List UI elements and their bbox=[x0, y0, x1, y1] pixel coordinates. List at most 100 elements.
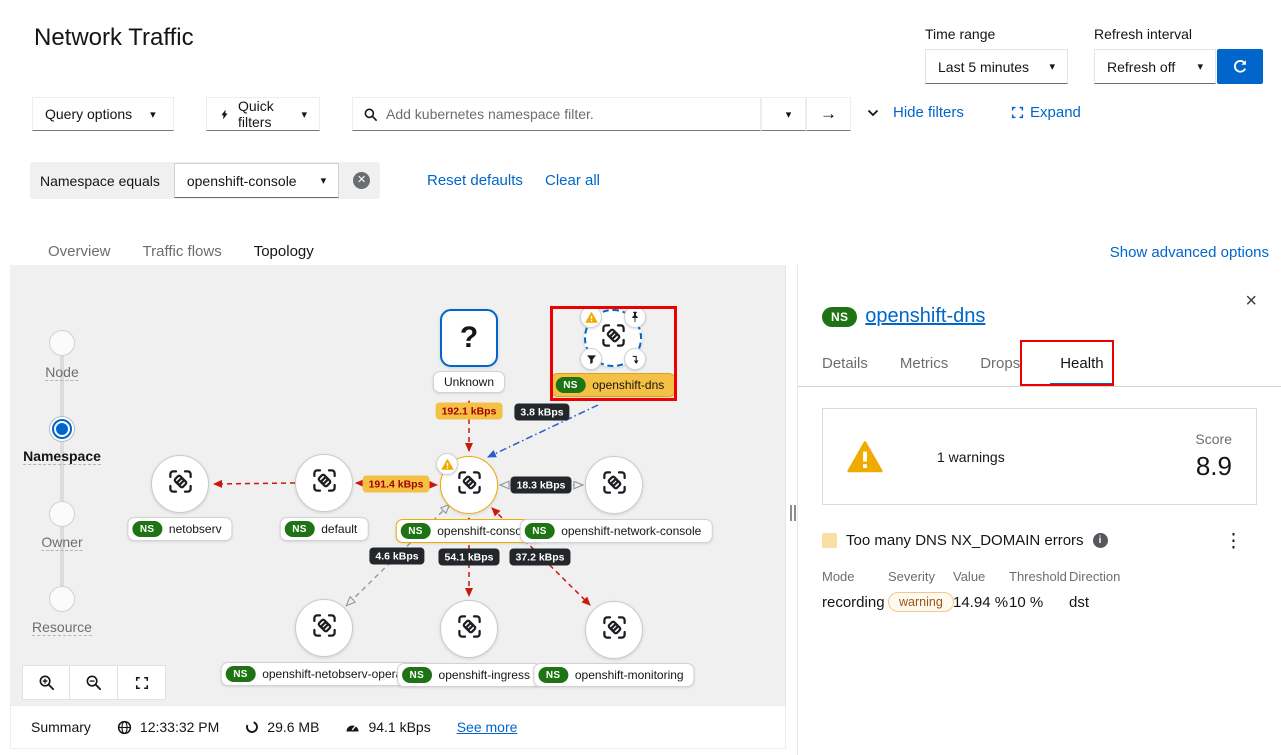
namespace-filter-search[interactable] bbox=[352, 97, 761, 131]
alert-details-table: Mode Severity Value Threshold Direction … bbox=[822, 569, 1257, 612]
node-label-text: openshift-console bbox=[437, 524, 531, 538]
expand-link[interactable]: Expand bbox=[1030, 104, 1081, 121]
ns-badge: NS bbox=[538, 667, 568, 683]
topology-node-label-openshift-network-console[interactable]: NS openshift-network-console bbox=[520, 519, 713, 543]
namespace-icon bbox=[311, 467, 338, 499]
query-options-label: Query options bbox=[45, 106, 132, 122]
col-header-direction: Direction bbox=[1069, 569, 1257, 584]
info-icon[interactable]: i bbox=[1093, 533, 1108, 548]
edge-label[interactable]: 18.3 kBps bbox=[510, 477, 571, 494]
warning-triangle-icon bbox=[847, 439, 883, 475]
chip-value: openshift-console bbox=[187, 173, 297, 189]
pin-badge-icon[interactable] bbox=[624, 306, 646, 328]
scope-radio-resource[interactable] bbox=[49, 586, 75, 612]
scope-radio-node[interactable] bbox=[49, 330, 75, 356]
time-range-label: Time range bbox=[925, 26, 995, 42]
edge-label[interactable]: 192.1 kBps bbox=[436, 403, 503, 420]
filter-chip-group: Namespace equals openshift-console ▾ ✕ bbox=[30, 162, 380, 199]
scope-radio-namespace[interactable] bbox=[49, 416, 75, 442]
search-input[interactable] bbox=[386, 106, 750, 122]
warning-badge-icon[interactable] bbox=[436, 453, 458, 475]
topology-node-unknown[interactable]: ? bbox=[440, 309, 498, 367]
warnings-count: 1 warnings bbox=[937, 449, 1195, 465]
severity-badge: warning bbox=[888, 592, 954, 612]
drawer-resize-handle[interactable] bbox=[789, 505, 797, 523]
chip-value-select[interactable]: openshift-console ▾ bbox=[174, 163, 339, 198]
node-label-text: openshift-ingress bbox=[439, 668, 530, 682]
scope-slider-track bbox=[60, 343, 64, 599]
topology-node-openshift-ingress[interactable] bbox=[440, 600, 498, 658]
topology-node-label-default[interactable]: NS default bbox=[280, 517, 369, 541]
zoom-out-icon bbox=[85, 674, 102, 691]
health-score-card: 1 warnings Score 8.9 bbox=[822, 408, 1257, 505]
caret-down-icon: ▾ bbox=[321, 174, 327, 187]
topology-node-label-openshift-monitoring[interactable]: NS openshift-monitoring bbox=[533, 663, 694, 687]
ns-badge: NS bbox=[556, 377, 586, 393]
quick-filters-dropdown[interactable]: Quick filters ▾ bbox=[206, 97, 320, 131]
drawer-title-link[interactable]: openshift-dns bbox=[865, 305, 985, 328]
search-suggestions-dropdown[interactable]: ▾ bbox=[761, 97, 806, 131]
edge-label[interactable]: 191.4 kBps bbox=[363, 476, 430, 493]
scope-label-owner[interactable]: Owner bbox=[41, 534, 82, 551]
reset-defaults-link[interactable]: Reset defaults bbox=[427, 172, 523, 189]
drawer-tab-drops[interactable]: Drops bbox=[980, 340, 1020, 386]
zoom-in-button[interactable] bbox=[22, 665, 70, 700]
refresh-interval-value: Refresh off bbox=[1107, 59, 1175, 75]
zoom-out-button[interactable] bbox=[70, 665, 118, 700]
remove-filter-icon[interactable]: ✕ bbox=[353, 172, 370, 189]
kebab-menu-icon[interactable]: ⋮ bbox=[1224, 530, 1243, 553]
page-title: Network Traffic bbox=[34, 24, 194, 52]
globe-icon bbox=[117, 720, 132, 735]
scope-label-namespace[interactable]: Namespace bbox=[23, 448, 101, 465]
warning-badge-icon[interactable] bbox=[580, 306, 602, 328]
refresh-interval-label: Refresh interval bbox=[1094, 26, 1192, 42]
scope-radio-owner[interactable] bbox=[49, 501, 75, 527]
scope-label-node[interactable]: Node bbox=[45, 364, 78, 381]
chevron-down-icon[interactable] bbox=[867, 109, 879, 117]
drawer-tab-details[interactable]: Details bbox=[822, 340, 868, 386]
see-more-link[interactable]: See more bbox=[457, 719, 518, 735]
edge-label[interactable]: 54.1 kBps bbox=[438, 549, 499, 566]
query-options-dropdown[interactable]: Query options ▾ bbox=[32, 97, 174, 131]
refresh-button[interactable] bbox=[1217, 49, 1263, 84]
clear-all-link[interactable]: Clear all bbox=[545, 172, 600, 189]
topology-node-label-openshift-dns[interactable]: NS openshift-dns bbox=[551, 373, 676, 397]
edge-label[interactable]: 3.8 kBps bbox=[514, 404, 569, 421]
topology-node-openshift-netobserv-operator[interactable] bbox=[295, 599, 353, 657]
apply-filter-button[interactable]: → bbox=[806, 97, 851, 131]
warning-color-swatch bbox=[822, 533, 837, 548]
topology-node-default[interactable] bbox=[295, 454, 353, 512]
node-label-text: openshift-monitoring bbox=[575, 668, 684, 682]
col-header-threshold: Threshold bbox=[1009, 569, 1069, 584]
refresh-interval-select[interactable]: Refresh off ▾ bbox=[1094, 49, 1216, 84]
show-advanced-options-link[interactable]: Show advanced options bbox=[1110, 244, 1269, 261]
topology-node-openshift-network-console[interactable] bbox=[585, 456, 643, 514]
drawer-tab-metrics[interactable]: Metrics bbox=[900, 340, 948, 386]
scope-label-resource[interactable]: Resource bbox=[32, 619, 92, 636]
topology-node-openshift-monitoring[interactable] bbox=[585, 601, 643, 659]
topology-node-label-unknown[interactable]: Unknown bbox=[433, 371, 505, 393]
drawer-tab-health[interactable]: Health bbox=[1050, 340, 1113, 386]
time-range-value: Last 5 minutes bbox=[938, 59, 1029, 75]
drawer-tabs: Details Metrics Drops Health bbox=[798, 340, 1281, 387]
hide-filters-link[interactable]: Hide filters bbox=[893, 104, 964, 121]
filter-badge-icon[interactable] bbox=[580, 348, 602, 370]
topology-canvas[interactable]: Node Namespace Owner Resource ? Unknown … bbox=[10, 265, 786, 705]
refresh-icon bbox=[1232, 59, 1248, 75]
summary-rate: 94.1 kBps bbox=[368, 719, 430, 735]
col-header-mode: Mode bbox=[822, 569, 888, 584]
ns-badge: NS bbox=[402, 667, 432, 683]
summary-label: Summary bbox=[31, 719, 91, 735]
topology-node-label-netobserv[interactable]: NS netobserv bbox=[127, 517, 232, 541]
topology-node-label-openshift-ingress[interactable]: NS openshift-ingress bbox=[397, 663, 541, 687]
summary-bar: Summary 12:33:32 PM 29.6 MB 94.1 kBps Se… bbox=[10, 705, 786, 749]
caret-down-icon: ▾ bbox=[1049, 60, 1055, 73]
fit-to-screen-button[interactable] bbox=[118, 665, 166, 700]
edge-label[interactable]: 4.6 kBps bbox=[369, 548, 424, 565]
summary-time: 12:33:32 PM bbox=[140, 719, 219, 735]
time-range-select[interactable]: Last 5 minutes ▾ bbox=[925, 49, 1068, 84]
close-icon[interactable]: × bbox=[1245, 293, 1257, 309]
level-down-badge-icon[interactable] bbox=[624, 348, 646, 370]
topology-node-netobserv[interactable] bbox=[151, 455, 209, 513]
edge-label[interactable]: 37.2 kBps bbox=[509, 549, 570, 566]
